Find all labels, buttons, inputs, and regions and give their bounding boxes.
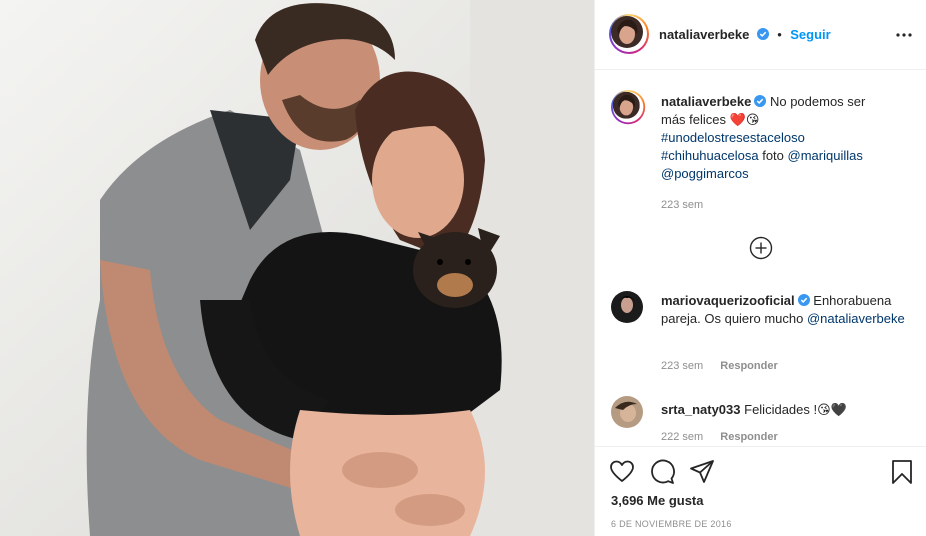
verified-badge-icon: [756, 28, 769, 40]
caption-time: 223 sem: [661, 199, 704, 211]
caption-avatar[interactable]: [611, 90, 646, 125]
caption-line1: No podemos ser: [769, 94, 866, 109]
caption-foto-text: foto: [762, 148, 784, 163]
comment-icon[interactable]: [649, 459, 675, 485]
caption-line2: más felices ❤️😘: [661, 112, 760, 127]
bookmark-icon[interactable]: [889, 459, 915, 485]
comment-meta: 223 sem Responder: [661, 360, 778, 372]
commenter-avatar[interactable]: [611, 291, 643, 323]
separator-dot: •: [777, 27, 782, 42]
hashtag-link[interactable]: #unodelostresestaceloso: [661, 130, 805, 145]
caption-avatar-image: [612, 91, 640, 119]
instagram-post: nataliaverbeke • Seguir nataliaverbeke N…: [0, 0, 926, 536]
mention-link[interactable]: @mariquillas: [788, 148, 863, 163]
mention-link[interactable]: @poggimarcos: [661, 166, 749, 181]
author-avatar[interactable]: [609, 14, 649, 54]
more-options-icon[interactable]: [895, 26, 913, 44]
action-bar: 3,696 Me gusta 6 DE NOVIEMBRE DE 2016: [595, 446, 926, 536]
commenter-avatar-image: [611, 396, 643, 428]
post-date: 6 DE NOVIEMBRE DE 2016: [611, 519, 732, 529]
comment-time: 223 sem: [661, 360, 704, 372]
verified-badge-icon: [754, 95, 767, 107]
mention-link[interactable]: @nataliaverbeke: [807, 311, 905, 326]
post-photo[interactable]: [0, 0, 594, 536]
heart-icon[interactable]: [609, 459, 635, 485]
hashtag-link[interactable]: #chihuhuacelosa: [661, 148, 759, 163]
comment-meta: 222 sem Responder: [661, 431, 778, 443]
comment-time: 222 sem: [661, 431, 704, 443]
comment-item: srta_naty033 Felicidades !😘🖤 222 sem Res…: [611, 396, 911, 446]
follow-button[interactable]: Seguir: [790, 27, 830, 42]
caption-username[interactable]: nataliaverbeke: [661, 94, 751, 109]
avatar-image: [611, 16, 643, 48]
comment-username[interactable]: srta_naty033: [661, 402, 741, 417]
comments-section[interactable]: nataliaverbeke No podemos ser más felice…: [595, 71, 926, 446]
caption-text: nataliaverbeke No podemos ser más felice…: [661, 93, 911, 183]
commenter-avatar[interactable]: [611, 396, 643, 428]
comment-username[interactable]: mariovaquerizooficial: [661, 293, 795, 308]
send-icon[interactable]: [689, 459, 715, 485]
verified-badge-icon: [797, 294, 810, 306]
comment-item: mariovaquerizooficial Enhorabuena pareja…: [611, 291, 911, 381]
plus-circle-icon[interactable]: [749, 236, 773, 260]
comment-body: Felicidades !😘🖤: [744, 402, 847, 417]
post-caption: nataliaverbeke No podemos ser más felice…: [611, 90, 911, 220]
comment-text: mariovaquerizooficial Enhorabuena pareja…: [661, 292, 911, 328]
post-sidebar: nataliaverbeke • Seguir nataliaverbeke N…: [594, 0, 926, 536]
commenter-avatar-image: [611, 291, 643, 323]
photo-illustration: [0, 0, 594, 536]
header-user-line: nataliaverbeke • Seguir: [659, 26, 831, 44]
reply-button[interactable]: Responder: [720, 431, 777, 443]
reply-button[interactable]: Responder: [720, 360, 777, 372]
comment-text: srta_naty033 Felicidades !😘🖤: [661, 401, 911, 419]
likes-count[interactable]: 3,696 Me gusta: [611, 493, 704, 508]
post-header: nataliaverbeke • Seguir: [595, 0, 926, 70]
header-username[interactable]: nataliaverbeke: [659, 27, 749, 42]
